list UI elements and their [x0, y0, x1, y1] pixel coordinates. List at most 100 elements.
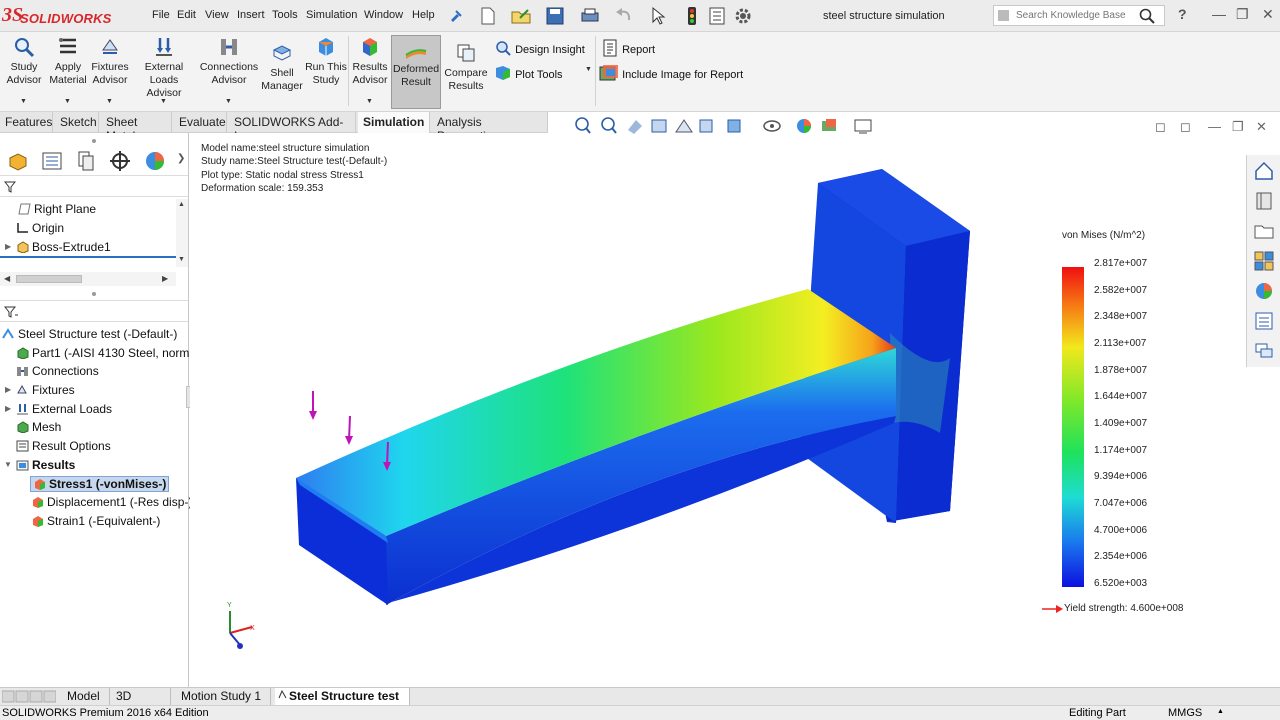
apply-material-button[interactable]: Apply Material: [46, 36, 90, 87]
file-properties-icon[interactable]: [708, 6, 726, 26]
tab-sheet-metal[interactable]: Sheet Metal: [101, 112, 172, 143]
menu-edit[interactable]: Edit: [177, 9, 196, 21]
results-advisor-dropdown-icon[interactable]: ▼: [366, 98, 373, 105]
tab-model[interactable]: Model: [62, 688, 110, 705]
custom-properties-icon[interactable]: [1253, 310, 1275, 332]
tab-evaluate[interactable]: Evaluate: [174, 112, 227, 133]
expand-arrow-icon[interactable]: ▶: [5, 385, 11, 394]
tree-item-stress[interactable]: Stress1 (-vonMises-): [30, 476, 170, 492]
solidworks-resources-home-icon[interactable]: [1253, 160, 1275, 182]
display-manager-tab-icon[interactable]: [143, 149, 167, 173]
include-image-for-report-button[interactable]: Include Image for Report: [599, 64, 743, 82]
property-manager-tab-icon[interactable]: [40, 149, 64, 173]
search-input[interactable]: [1014, 8, 1139, 23]
search-knowledge-base[interactable]: [993, 5, 1165, 26]
tab-steel-structure-test[interactable]: Steel Structure test: [275, 688, 410, 705]
tree-item-displacement[interactable]: Displacement1 (-Res disp-): [31, 495, 192, 509]
solidworks-forum-icon[interactable]: [1253, 340, 1275, 362]
feature-filter-bar[interactable]: [0, 175, 188, 197]
select-arrow-icon[interactable]: [650, 6, 666, 26]
tree-item-strain[interactable]: Strain1 (-Equivalent-): [31, 514, 160, 528]
tree-item-connections[interactable]: Connections: [16, 364, 99, 378]
tabs-scroll-right-icon[interactable]: ❯: [177, 153, 185, 164]
tab-simulation[interactable]: Simulation: [358, 112, 430, 133]
report-button[interactable]: Report: [601, 39, 655, 57]
tab-features[interactable]: Features: [0, 112, 53, 133]
pin-icon[interactable]: [448, 6, 462, 26]
dimxpert-manager-tab-icon[interactable]: [108, 149, 132, 173]
expand-arrow-icon[interactable]: ▶: [5, 242, 11, 251]
document-minimize-icon[interactable]: —: [1208, 119, 1221, 134]
menu-insert[interactable]: Insert: [237, 9, 265, 21]
tab-sketch[interactable]: Sketch: [55, 112, 99, 133]
appearances-scenes-icon[interactable]: [1253, 280, 1275, 302]
menu-window[interactable]: Window: [364, 9, 403, 21]
rollback-bar[interactable]: [0, 256, 176, 258]
apply-material-dropdown-icon[interactable]: ▼: [64, 98, 71, 105]
menu-view[interactable]: View: [205, 9, 229, 21]
tree-item-part[interactable]: Part1 (-AISI 4130 Steel, normal: [16, 346, 199, 360]
tree-item-external-loads[interactable]: External Loads: [16, 402, 112, 416]
panel-splitter-handle-icon[interactable]: [89, 291, 99, 297]
close-window-icon[interactable]: ✕: [1262, 6, 1274, 23]
menu-file[interactable]: File: [152, 9, 170, 21]
undo-icon[interactable]: [614, 6, 634, 26]
design-library-icon[interactable]: [1253, 190, 1275, 212]
fixtures-dropdown-icon[interactable]: ▼: [106, 98, 113, 105]
panel-splitter-handle-icon[interactable]: [89, 138, 99, 144]
run-this-study-button[interactable]: Run This Study: [305, 36, 347, 87]
search-icon[interactable]: [1139, 8, 1155, 24]
graphics-area[interactable]: Model name:steel structure simulation St…: [190, 117, 1267, 687]
connections-advisor-button[interactable]: Connections Advisor: [198, 36, 260, 87]
tab-analysis-preparation[interactable]: Analysis Preparation: [432, 112, 548, 143]
tab-motion-study[interactable]: Motion Study 1: [176, 688, 271, 705]
document-close-icon[interactable]: ✕: [1256, 119, 1267, 135]
results-advisor-button[interactable]: Results Advisor: [350, 36, 390, 87]
configuration-manager-tab-icon[interactable]: [74, 149, 98, 173]
menu-help[interactable]: Help: [412, 9, 435, 21]
tab-3d-views[interactable]: 3D Views: [111, 688, 171, 717]
open-folder-icon[interactable]: [510, 6, 534, 26]
tree-horizontal-scrollbar[interactable]: ◀ ▶: [0, 272, 176, 286]
tab-scroll-arrows-icon[interactable]: [2, 690, 56, 703]
help-icon[interactable]: ?: [1178, 6, 1187, 22]
external-loads-dropdown-icon[interactable]: ▼: [160, 98, 167, 105]
tree-vertical-scrollbar[interactable]: ▲ ▼: [176, 199, 188, 267]
tree-item-fixtures[interactable]: Fixtures: [16, 383, 75, 397]
design-insight-button[interactable]: Design Insight: [494, 39, 585, 57]
options-gear-icon[interactable]: [733, 6, 753, 26]
new-document-icon[interactable]: [478, 6, 498, 26]
view-palette-icon[interactable]: [1253, 250, 1275, 272]
print-icon[interactable]: [580, 6, 600, 26]
study-advisor-dropdown-icon[interactable]: ▼: [20, 98, 27, 105]
tab-solidworks-add-ins[interactable]: SOLIDWORKS Add-Ins: [229, 112, 356, 143]
tree-item-boss-extrude[interactable]: Boss-Extrude1: [16, 240, 111, 254]
tree-item-results[interactable]: Results: [16, 458, 75, 472]
collapse-arrow-icon[interactable]: ▼: [4, 460, 12, 469]
shell-manager-button[interactable]: Shell Manager: [260, 42, 304, 93]
external-loads-advisor-button[interactable]: External Loads Advisor: [132, 36, 196, 100]
compare-results-button[interactable]: Compare Results: [444, 42, 488, 93]
fixtures-advisor-button[interactable]: Fixtures Advisor: [90, 36, 130, 87]
plot-tools-button[interactable]: Plot Tools: [494, 64, 563, 82]
restore-window-icon[interactable]: ❐: [1236, 6, 1249, 23]
study-advisor-button[interactable]: Study Advisor: [4, 36, 44, 87]
feature-manager-tab-icon[interactable]: [6, 149, 30, 173]
deformed-result-button[interactable]: Deformed Result: [391, 35, 441, 109]
file-explorer-icon[interactable]: [1253, 220, 1275, 242]
unit-dropdown-icon[interactable]: ▲: [1217, 708, 1224, 715]
simulation-filter-bar[interactable]: [0, 300, 188, 322]
connections-dropdown-icon[interactable]: ▼: [225, 98, 232, 105]
tree-item-study[interactable]: Steel Structure test (-Default-): [2, 327, 177, 341]
tree-item-mesh[interactable]: Mesh: [16, 420, 61, 434]
unit-system-selector[interactable]: MMGS: [1168, 707, 1202, 719]
menu-tools[interactable]: Tools: [272, 9, 298, 21]
tree-item-origin[interactable]: Origin: [16, 221, 64, 235]
menu-simulation[interactable]: Simulation: [306, 9, 357, 21]
save-icon[interactable]: [545, 6, 565, 26]
expand-arrow-icon[interactable]: ▶: [5, 404, 11, 413]
rebuild-traffic-light-icon[interactable]: [686, 6, 698, 26]
minimize-window-icon[interactable]: —: [1212, 6, 1226, 22]
plot-tools-dropdown-icon[interactable]: ▼: [585, 66, 592, 73]
tree-item-right-plane[interactable]: Right Plane: [18, 202, 96, 216]
